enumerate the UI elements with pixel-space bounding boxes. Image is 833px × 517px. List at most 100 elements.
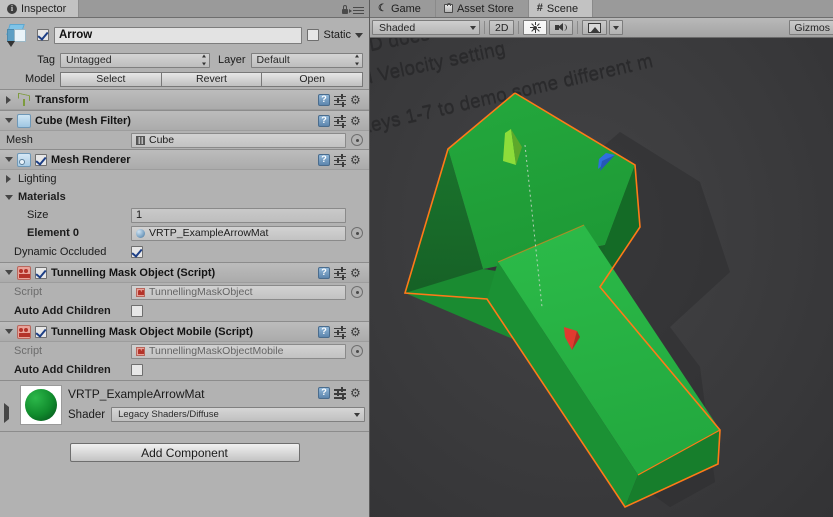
preset-icon[interactable] [334,325,346,339]
lock-icon[interactable] [341,5,349,15]
component-header-tunnelling-mask-object[interactable]: Tunnelling Mask Object (Script) ⚙ [0,263,369,283]
toggle-audio-button[interactable] [549,20,574,35]
preset-icon[interactable] [334,153,346,167]
tmom-enabled-checkbox[interactable] [35,325,47,338]
component-header-mesh-renderer[interactable]: Mesh Renderer ⚙ [0,150,369,170]
hamburger-menu-icon[interactable] [349,6,364,15]
help-icon[interactable] [318,266,330,279]
layer-dropdown[interactable]: Default ▴ ▾ [250,52,363,68]
dynamic-occluded-checkbox[interactable] [131,246,143,258]
tmo-script-field[interactable]: TunnellingMaskObject [131,284,346,300]
material-foldout[interactable] [4,385,14,423]
toggle-2d-button[interactable]: 2D [489,20,515,35]
mesh-renderer-enabled-checkbox[interactable] [35,153,47,166]
tmom-auto-add-label: Auto Add Children [14,364,111,376]
preset-icon[interactable] [334,266,346,280]
tmom-auto-add-checkbox[interactable] [131,364,143,376]
tab-game[interactable]: ☾ Game [370,0,436,17]
lighting-foldout-collapsed-icon[interactable] [4,175,13,183]
tab-asset-store[interactable]: Asset Store [435,0,529,17]
gear-icon[interactable]: ⚙ [350,115,363,127]
chevron-down-icon [613,25,620,30]
gear-icon[interactable]: ⚙ [350,154,363,166]
tag-dropdown[interactable]: Untagged ▴ ▾ [60,52,210,68]
object-header-row: Arrow Static [0,18,369,51]
component-header-tunnelling-mask-object-mobile[interactable]: Tunnelling Mask Object Mobile (Script) ⚙ [0,322,369,342]
size-input[interactable]: 1 [131,207,346,223]
mesh-renderer-foldout-expanded-icon[interactable] [4,157,13,162]
tmo-enabled-checkbox[interactable] [35,266,47,279]
add-component-button[interactable]: Add Component [69,443,300,462]
scene-viewport[interactable]: SD does nd Velocity setting r keys 1-7 t… [370,37,833,517]
material-sphere-preview [20,385,62,425]
scene-effects-dropdown[interactable] [609,20,624,35]
mesh-field-row: Mesh Cube [0,131,369,149]
gear-icon[interactable]: ⚙ [350,94,363,106]
element0-object-picker-icon[interactable] [351,227,363,239]
lighting-label: Lighting [18,173,57,185]
draw-mode-dropdown[interactable]: Shaded [372,20,480,35]
tmom-header-icons: ⚙ [318,325,365,339]
tab-inspector[interactable]: i Inspector [0,0,80,17]
mesh-object-picker-icon[interactable] [351,134,363,146]
transform-foldout-collapsed-icon[interactable] [4,95,13,104]
scene-effects-button[interactable] [582,20,608,35]
preset-icon[interactable] [334,387,346,400]
scene-toolbar: Shaded 2D Gizmos [370,18,833,38]
tmom-foldout-expanded-icon[interactable] [4,329,13,334]
object-name-field[interactable]: Arrow [54,26,303,44]
object-enabled-checkbox[interactable] [37,29,49,41]
component-header-mesh-filter[interactable]: Cube (Mesh Filter) ⚙ [0,111,369,131]
component-tunnelling-mask-object: Tunnelling Mask Object (Script) ⚙ Script… [0,262,369,321]
preset-icon[interactable] [334,114,346,128]
material-name: VRTP_ExampleArrowMat [68,387,205,401]
gear-icon[interactable]: ⚙ [350,267,363,279]
lighting-foldout-row[interactable]: Lighting [0,170,369,188]
tmom-script-picker-icon[interactable] [351,345,363,357]
help-icon[interactable] [318,387,330,399]
element0-value: VRTP_ExampleArrowMat [149,227,269,239]
mesh-object-field[interactable]: Cube [131,132,346,148]
tab-scene[interactable]: # Scene [528,0,594,17]
materials-foldout-expanded-icon[interactable] [4,194,13,200]
help-icon[interactable] [318,114,330,127]
tmom-script-field[interactable]: TunnellingMaskObjectMobile [131,343,346,359]
element0-object-field[interactable]: VRTP_ExampleArrowMat [131,225,346,241]
mesh-filter-title: Cube (Mesh Filter) [35,114,131,127]
gear-icon[interactable]: ⚙ [350,387,363,399]
tag-layer-row: Tag Untagged ▴ ▾ Layer Default ▴ ▾ [0,51,369,69]
draw-mode-value: Shaded [379,21,416,34]
mesh-filter-foldout-expanded-icon[interactable] [4,118,13,123]
help-icon[interactable] [318,325,330,338]
toggle-lighting-button[interactable] [523,20,548,35]
materials-foldout-row[interactable]: Materials [0,188,369,206]
gizmos-dropdown-button[interactable]: Gizmos [789,20,833,35]
info-icon: i [7,3,17,14]
shader-label: Shader [68,408,106,421]
help-icon[interactable] [318,93,330,106]
size-label: Size [27,209,49,221]
static-dropdown-chevron-down-icon[interactable] [355,32,363,38]
chevron-down-icon [470,25,476,30]
scene-3d-content [403,92,730,509]
shader-dropdown[interactable]: Legacy Shaders/Diffuse [111,407,365,422]
tmo-foldout-expanded-icon[interactable] [4,270,13,275]
hash-icon: # [536,2,543,14]
model-revert-button[interactable]: Revert [161,71,263,87]
tmo-script-picker-icon[interactable] [351,286,363,298]
component-header-transform[interactable]: Transform ⚙ [0,90,369,110]
tmo-auto-add-checkbox[interactable] [131,305,143,317]
mesh-renderer-title: Mesh Renderer [51,153,131,166]
script-asset-icon [136,346,145,356]
mesh-label: Mesh [6,134,33,146]
preset-icon[interactable] [334,93,346,107]
gear-icon[interactable]: ⚙ [350,326,363,338]
help-icon[interactable] [318,153,330,166]
model-open-button[interactable]: Open [262,71,364,87]
static-checkbox[interactable] [307,29,320,41]
tmom-script-value: TunnellingMaskObjectMobile [149,345,284,357]
script-icon [17,265,31,280]
layer-stepper-icon: ▴ ▾ [354,52,359,67]
scene-panel: ☾ Game Asset Store # Scene Shaded 2D Giz… [370,0,833,517]
model-select-button[interactable]: Select [60,71,162,87]
